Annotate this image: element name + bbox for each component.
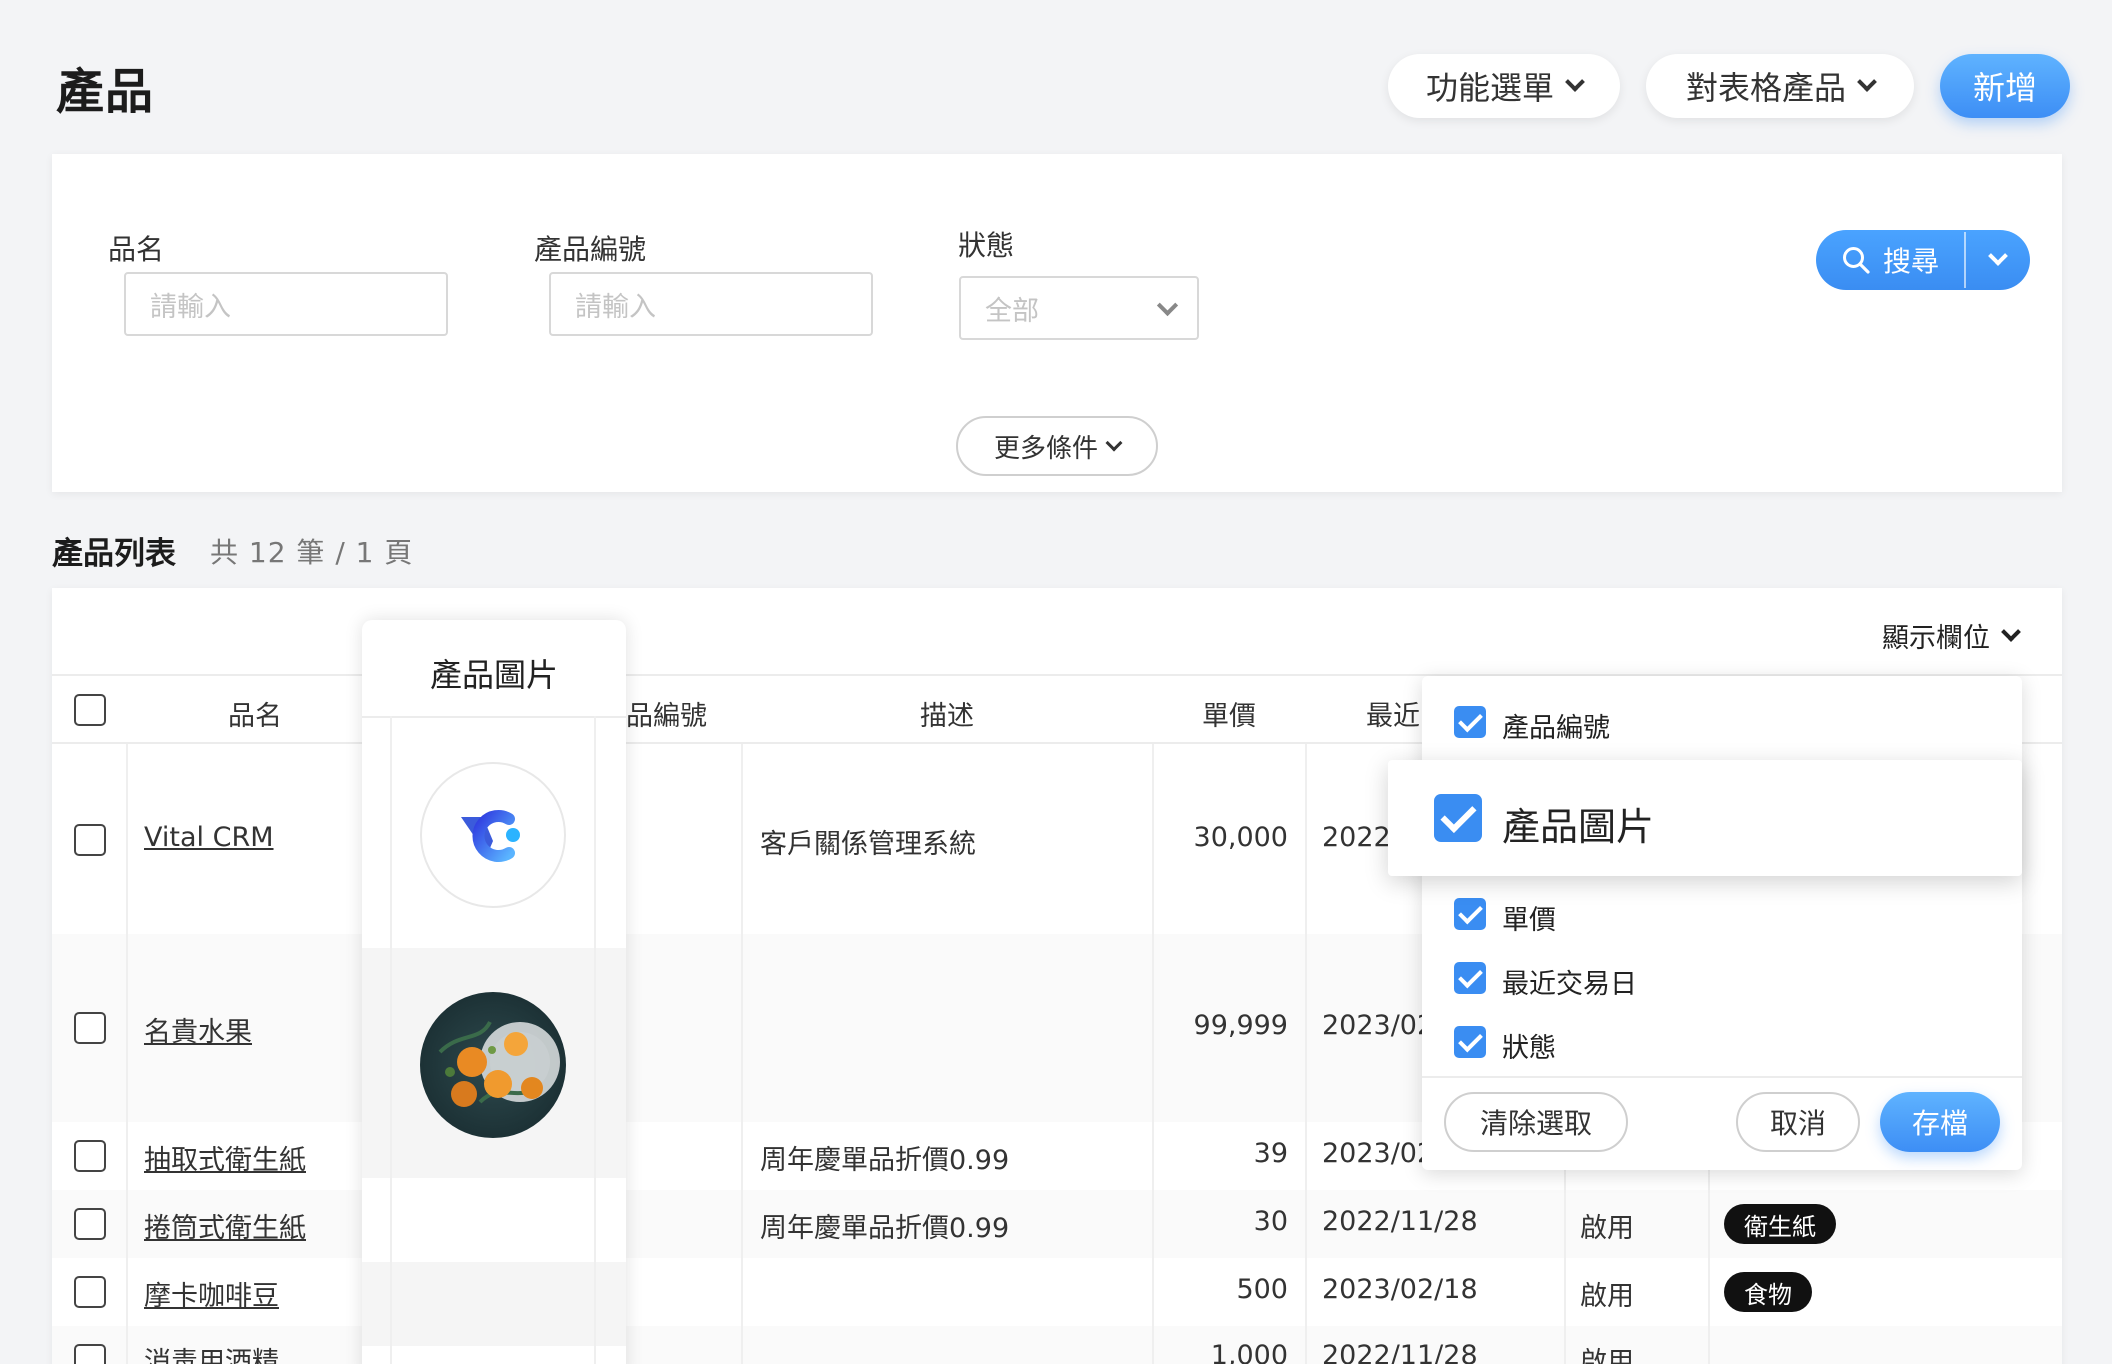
product-price: 30 [1253, 1206, 1288, 1237]
product-description: 周年慶單品折價0.99 [760, 1145, 1010, 1176]
fruit-photo-icon [438, 1020, 560, 1107]
product-image-column[interactable]: 產品圖片 [362, 620, 626, 1364]
column-divider [390, 716, 392, 1364]
table-row-bg [362, 1262, 626, 1346]
row-checkbox[interactable] [74, 1344, 106, 1364]
product-image-fruit [420, 992, 566, 1138]
product-status: 啟用 [1580, 1281, 1634, 1312]
category-badge: 食物 [1724, 1272, 1812, 1312]
product-price: 39 [1253, 1138, 1288, 1169]
search-options-button[interactable] [1966, 230, 2030, 290]
row-checkbox[interactable] [74, 824, 106, 856]
show-columns-label: 顯示欄位 [1882, 623, 1990, 654]
page-title: 產品 [56, 64, 155, 120]
status-filter-select[interactable]: 全部 [959, 276, 1199, 340]
column-chooser-popup: 產品編號 單價 最近交易日 狀態 清除選取 取消 存檔 [1422, 676, 2022, 1170]
product-name-link[interactable]: 消毒用酒精 [144, 1340, 279, 1364]
column-header-last-trade[interactable]: 最近 [1366, 694, 1420, 733]
column-option-label: 最近交易日 [1502, 969, 1637, 1000]
row-checkbox[interactable] [74, 1140, 106, 1172]
bulk-action-button[interactable]: 對表格產品 [1646, 54, 1914, 118]
column-option-label: 單價 [1502, 905, 1556, 936]
column-option-label: 產品編號 [1502, 713, 1610, 744]
column-divider [1152, 744, 1154, 1364]
chevron-down-icon [1105, 434, 1123, 452]
add-button[interactable]: 新增 [1940, 54, 2070, 118]
list-title: 產品列表 [52, 536, 176, 572]
code-filter-label: 產品編號 [534, 233, 647, 266]
column-checkbox-last-trade[interactable] [1454, 962, 1486, 994]
product-price: 99,999 [1193, 1010, 1288, 1041]
chevron-down-icon [1857, 72, 1877, 92]
column-header-code[interactable]: 品編號 [626, 694, 707, 733]
column-checkbox-image[interactable] [1434, 794, 1482, 842]
column-option-dragging[interactable]: 產品圖片 [1388, 760, 2022, 876]
name-filter-label: 品名 [108, 233, 165, 266]
chevron-down-icon [1565, 72, 1585, 92]
code-filter-input[interactable]: 請輸入 [549, 272, 873, 336]
function-menu-button[interactable]: 功能選單 [1388, 54, 1620, 118]
more-conditions-label: 更多條件 [993, 433, 1098, 464]
product-name-link[interactable]: 名貴水果 [144, 1010, 252, 1049]
search-label: 搜尋 [1882, 245, 1939, 278]
product-last-trade: 2023/02 [1322, 1138, 1435, 1169]
product-price: 500 [1236, 1274, 1288, 1305]
product-image-vital-crm [420, 762, 566, 908]
column-header-price[interactable]: 單價 [1202, 694, 1256, 733]
row-checkbox[interactable] [74, 1012, 106, 1044]
product-last-trade: 2023/02 [1322, 1010, 1435, 1041]
column-divider [594, 716, 596, 1364]
save-button[interactable]: 存檔 [1880, 1092, 2000, 1152]
column-checkbox-price[interactable] [1454, 898, 1486, 930]
column-option-label: 產品圖片 [1502, 805, 1655, 849]
search-button[interactable]: 搜尋 [1816, 230, 1964, 290]
chevron-down-icon [1988, 246, 2008, 266]
product-last-trade: 2022/11/28 [1322, 1206, 1478, 1237]
more-conditions-button[interactable]: 更多條件 [956, 416, 1158, 476]
product-description: 客戶關係管理系統 [760, 829, 976, 860]
row-checkbox[interactable] [74, 1208, 106, 1240]
product-description: 周年慶單品折價0.99 [760, 1213, 1010, 1244]
popup-divider [1422, 1076, 2022, 1078]
search-button-group: 搜尋 [1816, 230, 2030, 290]
chevron-down-icon [1156, 294, 1179, 317]
vital-crm-logo-icon [461, 810, 520, 862]
clear-selection-button[interactable]: 清除選取 [1444, 1092, 1628, 1152]
cancel-button[interactable]: 取消 [1736, 1092, 1860, 1152]
product-name-link[interactable]: Vital CRM [144, 822, 274, 853]
product-last-trade: 2023/02/18 [1322, 1274, 1478, 1305]
select-all-checkbox[interactable] [74, 694, 106, 726]
column-header-description[interactable]: 描述 [920, 694, 974, 733]
column-option-label: 狀態 [1502, 1033, 1556, 1064]
status-filter-value: 全部 [985, 295, 1039, 327]
chevron-down-icon [2001, 621, 2021, 642]
column-header-image[interactable]: 產品圖片 [362, 650, 626, 696]
column-header-name[interactable]: 品名 [228, 694, 282, 733]
table-row-bg [52, 1326, 2062, 1364]
row-checkbox[interactable] [74, 1276, 106, 1308]
show-columns-button[interactable]: 顯示欄位 [1882, 616, 2021, 655]
column-divider [741, 744, 743, 1364]
product-status: 啟用 [1580, 1213, 1634, 1244]
product-status: 啟用 [1580, 1347, 1634, 1364]
category-badge: 衛生紙 [1724, 1204, 1836, 1244]
column-divider [126, 744, 128, 1364]
table-divider [362, 716, 626, 718]
bulk-action-label: 對表格產品 [1685, 69, 1846, 107]
list-count: 共 12 筆 / 1 頁 [210, 536, 414, 569]
product-name-link[interactable]: 抽取式衛生紙 [144, 1138, 306, 1177]
product-price: 30,000 [1193, 822, 1288, 853]
column-checkbox-code[interactable] [1454, 706, 1486, 738]
product-name-link[interactable]: 捲筒式衛生紙 [144, 1206, 306, 1245]
product-price: 1,000 [1210, 1340, 1288, 1364]
function-menu-label: 功能選單 [1425, 69, 1554, 107]
product-last-trade: 2022/11/28 [1322, 1340, 1478, 1364]
status-filter-label: 狀態 [958, 229, 1015, 262]
product-name-link[interactable]: 摩卡咖啡豆 [144, 1274, 279, 1313]
column-checkbox-status[interactable] [1454, 1026, 1486, 1058]
name-filter-input[interactable]: 請輸入 [124, 272, 448, 336]
column-divider [1305, 744, 1307, 1364]
search-icon [1842, 247, 1870, 274]
